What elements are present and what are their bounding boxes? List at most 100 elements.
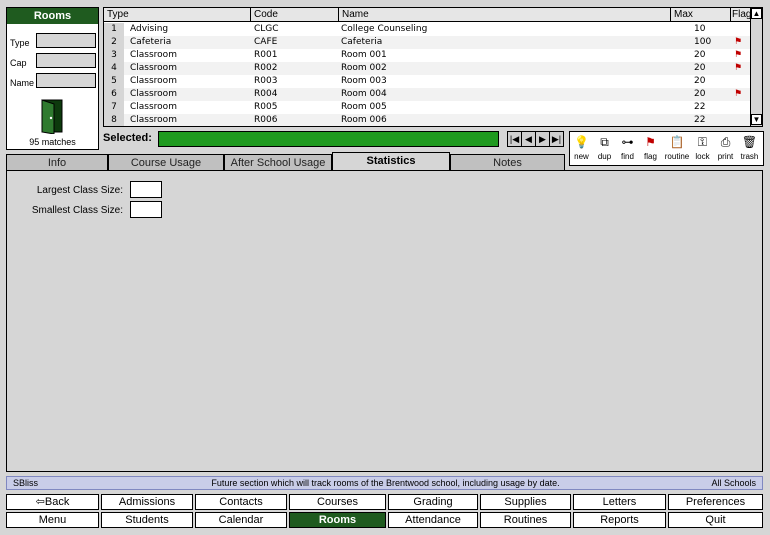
trash-label: trash xyxy=(740,152,759,161)
table-row[interactable]: 1 Advising CLGC College Counseling 10 xyxy=(104,23,750,36)
tab-info[interactable]: Info xyxy=(6,154,108,171)
first-record-icon[interactable]: |◀ xyxy=(508,132,522,146)
table-row[interactable]: 7 Classroom R005 Room 005 22 xyxy=(104,101,750,114)
nav-students-button[interactable]: Students xyxy=(101,512,193,528)
cell-code: R005 xyxy=(254,102,278,112)
cell-code: R001 xyxy=(254,50,278,60)
door-icon[interactable] xyxy=(38,98,66,134)
nav-contacts-button[interactable]: Contacts xyxy=(195,494,287,510)
status-bar: SBliss Future section which will track r… xyxy=(6,476,763,490)
cap-field[interactable] xyxy=(36,53,96,68)
row-number: 1 xyxy=(104,23,124,36)
cell-max: 20 xyxy=(694,50,706,60)
cell-type: Classroom xyxy=(130,115,177,125)
col-name-header[interactable]: Name xyxy=(338,8,670,22)
toolbar: 💡 new ⧉ dup ⊶ find ⚑ flag 📋 routine ⚿ lock ⎙ pr… xyxy=(569,131,764,166)
scroll-up-icon[interactable]: ▲ xyxy=(751,8,762,19)
nav-calendar-button[interactable]: Calendar xyxy=(195,512,287,528)
row-number: 5 xyxy=(104,75,124,88)
nav-quit-button[interactable]: Quit xyxy=(668,512,763,528)
smallest-class-size-label: Smallest Class Size: xyxy=(31,205,123,216)
col-type-header[interactable]: Type xyxy=(104,8,250,22)
cell-max: 20 xyxy=(694,63,706,73)
table-row[interactable]: 8 Classroom R006 Room 006 22 xyxy=(104,114,750,126)
nav-grading-button[interactable]: Grading xyxy=(388,494,478,510)
table-row[interactable]: 2 Cafeteria CAFE Cafeteria 100 ⚑ xyxy=(104,36,750,49)
type-field[interactable] xyxy=(36,33,96,48)
trash-icon: 🗑 xyxy=(741,135,758,149)
cell-code: R002 xyxy=(254,63,278,73)
flag-icon: ⚑ xyxy=(734,63,743,73)
tab-statistics[interactable]: Statistics xyxy=(332,152,450,171)
prev-record-icon[interactable]: ◀ xyxy=(522,132,536,146)
lightbulb-icon: 💡 xyxy=(574,135,589,149)
name-label: Name xyxy=(10,78,35,88)
routine-label: routine xyxy=(664,152,690,161)
trash-button[interactable]: 🗑 trash xyxy=(738,132,761,165)
col-max-header[interactable]: Max xyxy=(670,8,730,22)
next-record-icon[interactable]: ▶ xyxy=(536,132,550,146)
flag-icon: ⚑ xyxy=(734,50,743,60)
row-number: 7 xyxy=(104,101,124,114)
find-label: find xyxy=(621,152,634,161)
table-row[interactable]: 3 Classroom R001 Room 001 20 ⚑ xyxy=(104,49,750,62)
cell-type: Cafeteria xyxy=(130,37,172,47)
cap-label: Cap xyxy=(10,58,27,68)
nav-admissions-button[interactable]: Admissions xyxy=(101,494,193,510)
key-icon: ⚿ xyxy=(697,135,708,149)
last-record-icon[interactable]: ▶| xyxy=(550,132,563,146)
tab-course-usage[interactable]: Course Usage xyxy=(108,154,224,171)
nav-supplies-button[interactable]: Supplies xyxy=(480,494,571,510)
nav-courses-button[interactable]: Courses xyxy=(289,494,386,510)
tab-notes[interactable]: Notes xyxy=(450,154,565,171)
nav-attendance-button[interactable]: Attendance xyxy=(388,512,478,528)
cell-code: CAFE xyxy=(254,37,278,47)
new-button[interactable]: 💡 new xyxy=(570,132,593,165)
row-number: 4 xyxy=(104,62,124,75)
row-number: 6 xyxy=(104,88,124,101)
search-panel: Rooms Type Cap Name 95 matches xyxy=(6,7,99,150)
largest-class-size-label: Largest Class Size: xyxy=(36,185,123,196)
back-button[interactable]: ⇦Back xyxy=(6,494,99,510)
selected-label: Selected: xyxy=(103,132,152,144)
table-row[interactable]: 4 Classroom R002 Room 002 20 ⚑ xyxy=(104,62,750,75)
cell-name: Room 002 xyxy=(341,63,387,73)
selected-record-bar xyxy=(158,131,499,147)
nav-reports-button[interactable]: Reports xyxy=(573,512,666,528)
cell-name: Room 001 xyxy=(341,50,387,60)
cell-code: R003 xyxy=(254,76,278,86)
print-button[interactable]: ⎙ print xyxy=(714,132,737,165)
table-row[interactable]: 5 Classroom R003 Room 003 20 xyxy=(104,75,750,88)
status-message: Future section which will track rooms of… xyxy=(211,478,560,488)
flag-button[interactable]: ⚑ flag xyxy=(639,132,662,165)
table-row[interactable]: 6 Classroom R004 Room 004 20 ⚑ xyxy=(104,88,750,101)
nav-letters-button[interactable]: Letters xyxy=(573,494,666,510)
nav-preferences-button[interactable]: Preferences xyxy=(668,494,763,510)
routine-button[interactable]: 📋 routine xyxy=(662,132,692,165)
cell-name: Room 003 xyxy=(341,76,387,86)
cell-type: Classroom xyxy=(130,76,177,86)
smallest-class-size-field[interactable] xyxy=(130,201,162,218)
nav-routines-button[interactable]: Routines xyxy=(480,512,571,528)
cell-max: 20 xyxy=(694,76,706,86)
cell-max: 22 xyxy=(694,102,706,112)
type-label: Type xyxy=(10,38,30,48)
largest-class-size-field[interactable] xyxy=(130,181,162,198)
cell-name: Room 006 xyxy=(341,115,387,125)
tab-after-school-usage[interactable]: After School Usage xyxy=(224,154,332,171)
nav-menu-button[interactable]: Menu xyxy=(6,512,99,528)
col-code-header[interactable]: Code xyxy=(250,8,338,22)
back-arrow-icon: ⇦ xyxy=(35,496,45,508)
row-number: 2 xyxy=(104,36,124,49)
nav-rooms-button[interactable]: Rooms xyxy=(289,512,386,528)
col-flag-header[interactable]: Flag xyxy=(730,8,751,22)
glasses-icon: ⊶ xyxy=(621,135,634,149)
find-button[interactable]: ⊶ find xyxy=(616,132,639,165)
scroll-down-icon[interactable]: ▼ xyxy=(751,114,762,125)
cell-name: Room 005 xyxy=(341,102,387,112)
dup-button[interactable]: ⧉ dup xyxy=(593,132,616,165)
row-number: 8 xyxy=(104,114,124,126)
lock-button[interactable]: ⚿ lock xyxy=(691,132,714,165)
table-scrollbar[interactable]: ▲ ▼ xyxy=(750,8,762,126)
name-field[interactable] xyxy=(36,73,96,88)
